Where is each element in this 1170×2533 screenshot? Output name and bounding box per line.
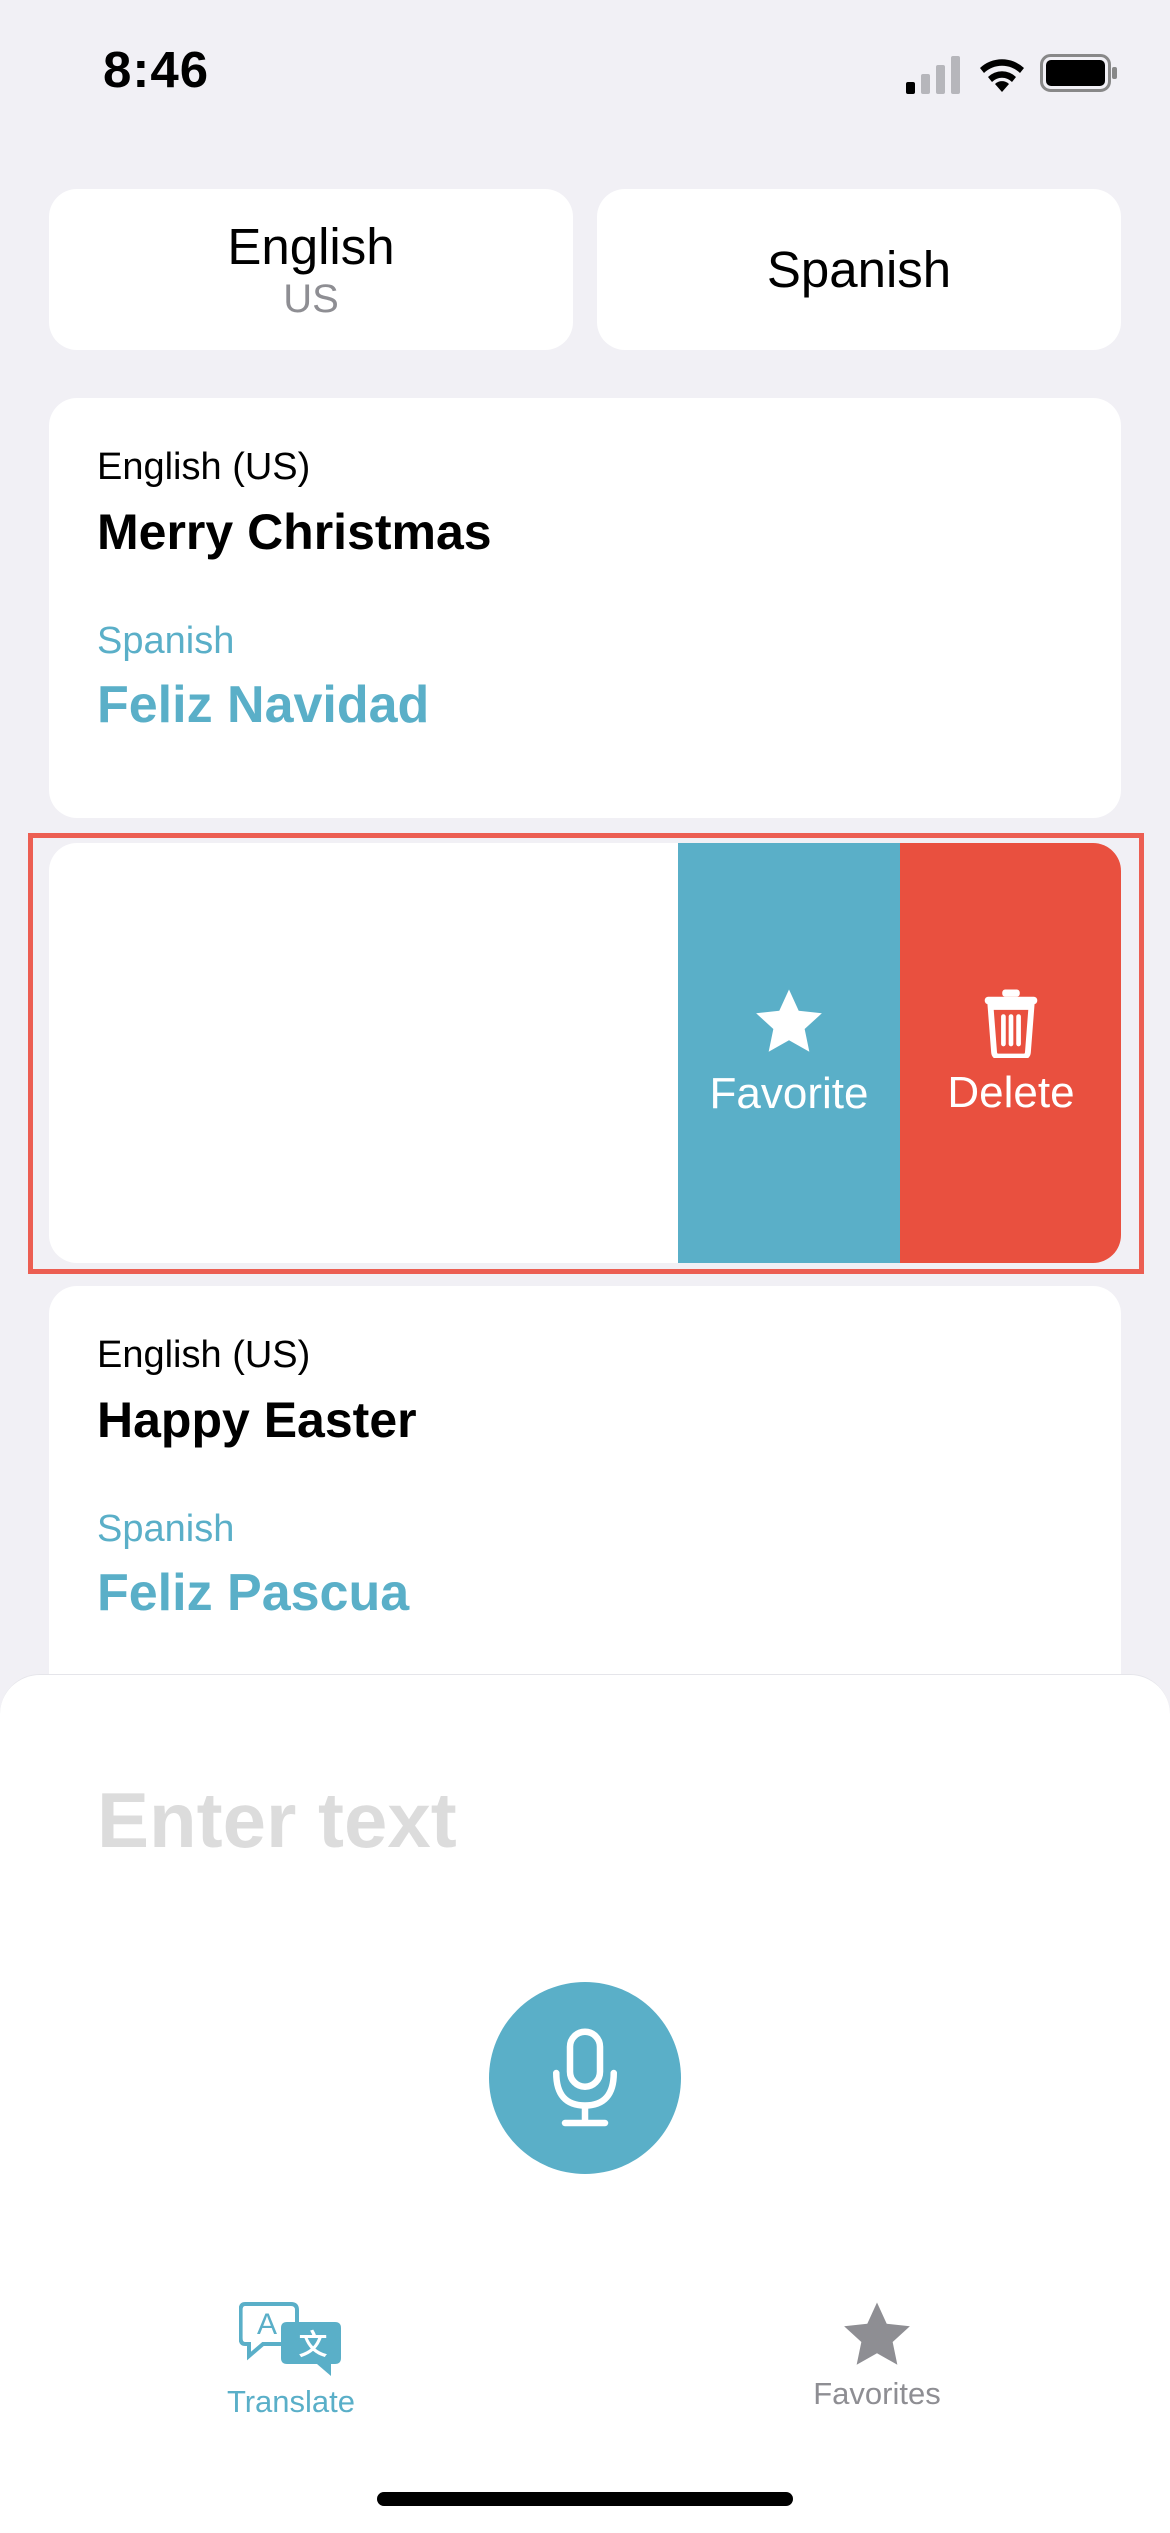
source-language-button[interactable]: English US (49, 189, 573, 350)
battery-icon (1040, 54, 1117, 92)
status-time: 8:46 (103, 41, 210, 98)
favorite-button[interactable]: Favorite (678, 843, 900, 1263)
card-target-language: Spanish (97, 620, 235, 662)
tab-translate-label: Translate (226, 2384, 356, 2419)
trash-icon (984, 989, 1038, 1058)
svg-text:文: 文 (299, 2328, 327, 2360)
target-language-button[interactable]: Spanish (597, 189, 1121, 350)
star-icon (844, 2302, 910, 2365)
favorite-label: Favorite (709, 1069, 869, 1118)
svg-text:A: A (257, 2308, 277, 2341)
swiped-translation-row[interactable]: Favorite Delete (49, 843, 1121, 1263)
text-input[interactable] (97, 1770, 1077, 1870)
card-target-language: Spanish (97, 1508, 235, 1550)
delete-label: Delete (947, 1068, 1075, 1117)
card-source-language: English (US) (97, 1334, 311, 1376)
microphone-button[interactable] (489, 1982, 681, 2174)
card-target-text: Feliz Pascua (97, 1564, 410, 1622)
card-source-language: English (US) (97, 446, 311, 488)
translation-card[interactable]: English (US) Happy Easter Spanish Feliz … (49, 1286, 1121, 1706)
microphone-icon (553, 2028, 617, 2127)
tab-favorites[interactable]: Favorites (727, 2300, 1027, 2412)
cellular-signal-icon (906, 56, 960, 94)
card-target-text: Feliz Navidad (97, 676, 430, 734)
tab-translate[interactable]: A 文 Translate (141, 2300, 441, 2420)
home-indicator (377, 2492, 793, 2506)
tab-favorites-label: Favorites (813, 2376, 941, 2411)
translate-icon: A 文 (239, 2302, 341, 2376)
source-language-region: US (283, 276, 339, 321)
translation-card[interactable]: English (US) Merry Christmas Spanish Fel… (49, 398, 1121, 818)
card-source-text: Merry Christmas (97, 504, 492, 560)
card-source-text: Happy Easter (97, 1392, 417, 1448)
status-bar: 8:46 (0, 0, 1170, 150)
target-language-name: Spanish (766, 240, 952, 298)
star-icon (756, 989, 822, 1052)
delete-button[interactable]: Delete (900, 843, 1121, 1263)
wifi-icon (980, 59, 1024, 92)
source-language-name: English (227, 217, 395, 275)
